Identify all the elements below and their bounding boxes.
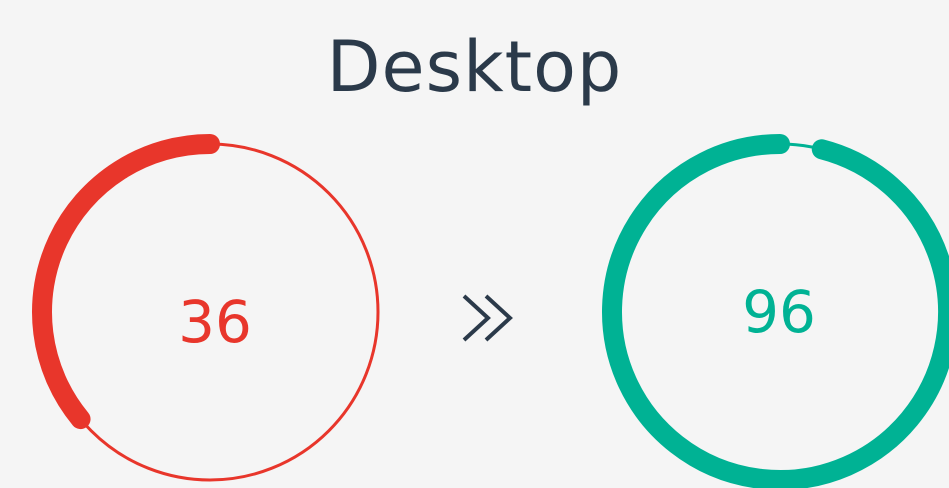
page: Desktop 36 96: [0, 0, 949, 488]
double-chevron-right-icon: [462, 294, 513, 342]
before-gauge-arc: [32, 134, 220, 430]
page-title: Desktop: [326, 26, 623, 108]
before-score-value: 36: [178, 288, 252, 356]
after-score-value: 96: [742, 278, 816, 346]
